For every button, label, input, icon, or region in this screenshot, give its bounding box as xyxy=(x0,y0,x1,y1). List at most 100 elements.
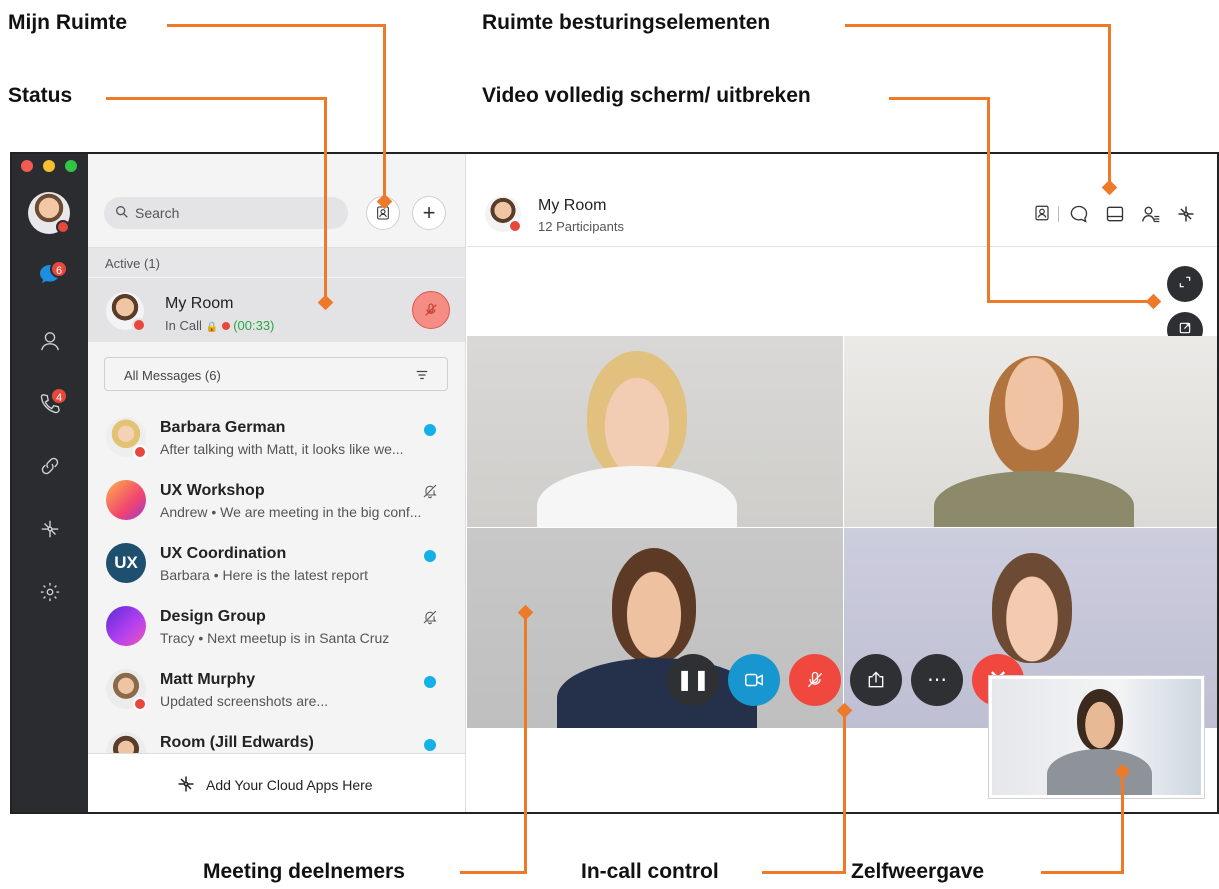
new-space-button[interactable]: + xyxy=(412,196,446,230)
share-screen-button[interactable] xyxy=(850,654,902,706)
active-header-label: Active (1) xyxy=(105,256,160,271)
leader-line xyxy=(1108,24,1111,186)
participant-shirt xyxy=(537,466,737,527)
contact-avatar xyxy=(106,732,146,753)
item-preview: Tracy • Next meetup is in Santa Cruz xyxy=(160,630,390,646)
app-window: 6 4 Search + Active (1) My Room In Call … xyxy=(10,152,1219,814)
chat-bubble-icon[interactable] xyxy=(1069,204,1089,229)
participant-video-tile[interactable] xyxy=(844,336,1217,527)
zoom-window-button[interactable] xyxy=(65,160,77,172)
leader-line xyxy=(1121,770,1124,874)
callout-status: Status xyxy=(8,84,73,107)
list-item[interactable]: Barbara German After talking with Matt, … xyxy=(88,408,465,470)
more-options-button[interactable]: ⋯ xyxy=(911,654,963,706)
pop-out-icon xyxy=(1179,322,1191,334)
space-avatar: UX xyxy=(106,543,146,583)
apps-hub-icon[interactable] xyxy=(1176,204,1196,229)
item-name: Matt Murphy xyxy=(160,671,256,688)
list-item[interactable]: UX UX Coordination Barbara • Here is the… xyxy=(88,534,465,596)
callout-my-space: Mijn Ruimte xyxy=(8,11,127,34)
search-placeholder: Search xyxy=(135,205,180,221)
leader-line xyxy=(324,97,327,302)
participant-video-tile[interactable] xyxy=(467,336,843,527)
filter-icon[interactable] xyxy=(415,368,429,387)
callout-self-view: Zelfweergave xyxy=(851,860,985,883)
mute-button[interactable] xyxy=(789,654,841,706)
cloud-apps-label: Add Your Cloud Apps Here xyxy=(206,777,373,793)
contact-status-dot xyxy=(133,445,147,459)
list-item[interactable]: Matt Murphy Updated screenshots are... xyxy=(88,660,465,722)
room-info-icon[interactable] xyxy=(1033,204,1051,227)
leader-line xyxy=(987,300,1152,303)
self-suit xyxy=(1047,749,1152,795)
settings-gear-icon[interactable] xyxy=(36,581,64,609)
unread-indicator xyxy=(424,550,436,562)
participants-list-icon[interactable] xyxy=(1141,204,1161,229)
recording-icon xyxy=(221,322,230,330)
leader-line xyxy=(383,24,386,202)
participant-face xyxy=(612,548,696,663)
callout-in-call-control: In-call control xyxy=(581,860,719,883)
apps-hub-icon xyxy=(176,774,196,799)
callout-video-fullscreen: Video volledig scherm/ uitbreken xyxy=(482,84,811,107)
participant-face xyxy=(989,356,1079,476)
share-icon xyxy=(868,671,884,688)
mic-muted-icon xyxy=(807,671,823,688)
video-toggle-button[interactable] xyxy=(728,654,780,706)
cloud-apps-footer[interactable]: Add Your Cloud Apps Here xyxy=(88,753,465,812)
active-room-status: In Call 🔒 (00:33) xyxy=(165,318,274,333)
item-name: Design Group xyxy=(160,608,266,625)
video-camera-icon xyxy=(745,673,763,687)
meeting-panel-icon[interactable] xyxy=(1105,204,1125,229)
item-name: UX Workshop xyxy=(160,482,265,499)
message-filter[interactable]: All Messages (6) xyxy=(104,357,448,391)
space-avatar xyxy=(106,606,146,646)
unread-indicator xyxy=(424,739,436,751)
active-room-mute-button[interactable] xyxy=(412,291,450,329)
list-item[interactable]: UX Workshop Andrew • We are meeting in t… xyxy=(88,471,465,533)
close-window-button[interactable] xyxy=(21,160,33,172)
active-room-row[interactable]: My Room In Call 🔒 (00:33) xyxy=(88,278,465,342)
leader-line xyxy=(843,710,846,874)
mic-muted-icon xyxy=(425,303,437,316)
call-timer: (00:33) xyxy=(233,318,275,333)
participant-shirt xyxy=(934,471,1134,527)
list-item[interactable]: Room (Jill Edwards) xyxy=(88,723,465,753)
item-preview: Updated screenshots are... xyxy=(160,693,329,709)
space-avatar xyxy=(106,480,146,520)
room-status-dot xyxy=(508,219,522,233)
search-box[interactable]: Search xyxy=(104,197,348,229)
muted-bell-icon xyxy=(422,609,438,630)
leader-line xyxy=(889,97,990,100)
conversation-list: Search + Active (1) My Room In Call 🔒 (0… xyxy=(88,154,466,812)
contacts-icon[interactable] xyxy=(36,330,64,358)
room-header: My Room 12 Participants xyxy=(467,154,1217,247)
more-icon: ⋯ xyxy=(927,669,947,691)
link-icon[interactable] xyxy=(36,455,64,483)
leader-line xyxy=(845,24,1111,27)
unread-indicator xyxy=(424,676,436,688)
participant-suit xyxy=(557,658,757,728)
minimize-window-button[interactable] xyxy=(43,160,55,172)
space-avatar-text: UX xyxy=(114,553,138,572)
item-preview: Barbara • Here is the latest report xyxy=(160,567,368,583)
user-status-dot xyxy=(56,220,70,234)
leader-line xyxy=(762,871,846,874)
participant-count: 12 Participants xyxy=(538,219,624,234)
self-view-video[interactable] xyxy=(989,676,1204,798)
item-name: UX Coordination xyxy=(160,545,287,562)
hold-button[interactable]: ❚❚ xyxy=(667,654,719,706)
in-call-label: In Call xyxy=(165,318,202,333)
fullscreen-button[interactable] xyxy=(1167,266,1203,302)
leader-line xyxy=(106,97,326,100)
list-item[interactable]: Design Group Tracy • Next meetup is in S… xyxy=(88,597,465,659)
item-preview: After talking with Matt, it looks like w… xyxy=(160,441,404,457)
apps-hub-icon[interactable] xyxy=(36,518,64,546)
active-room-status-dot xyxy=(132,318,146,332)
active-header: Active (1) xyxy=(88,247,465,277)
leader-line xyxy=(167,24,385,27)
lock-icon: 🔒 xyxy=(205,322,218,333)
search-icon xyxy=(114,204,130,225)
expand-icon xyxy=(1179,276,1191,288)
participant-face xyxy=(992,553,1072,663)
